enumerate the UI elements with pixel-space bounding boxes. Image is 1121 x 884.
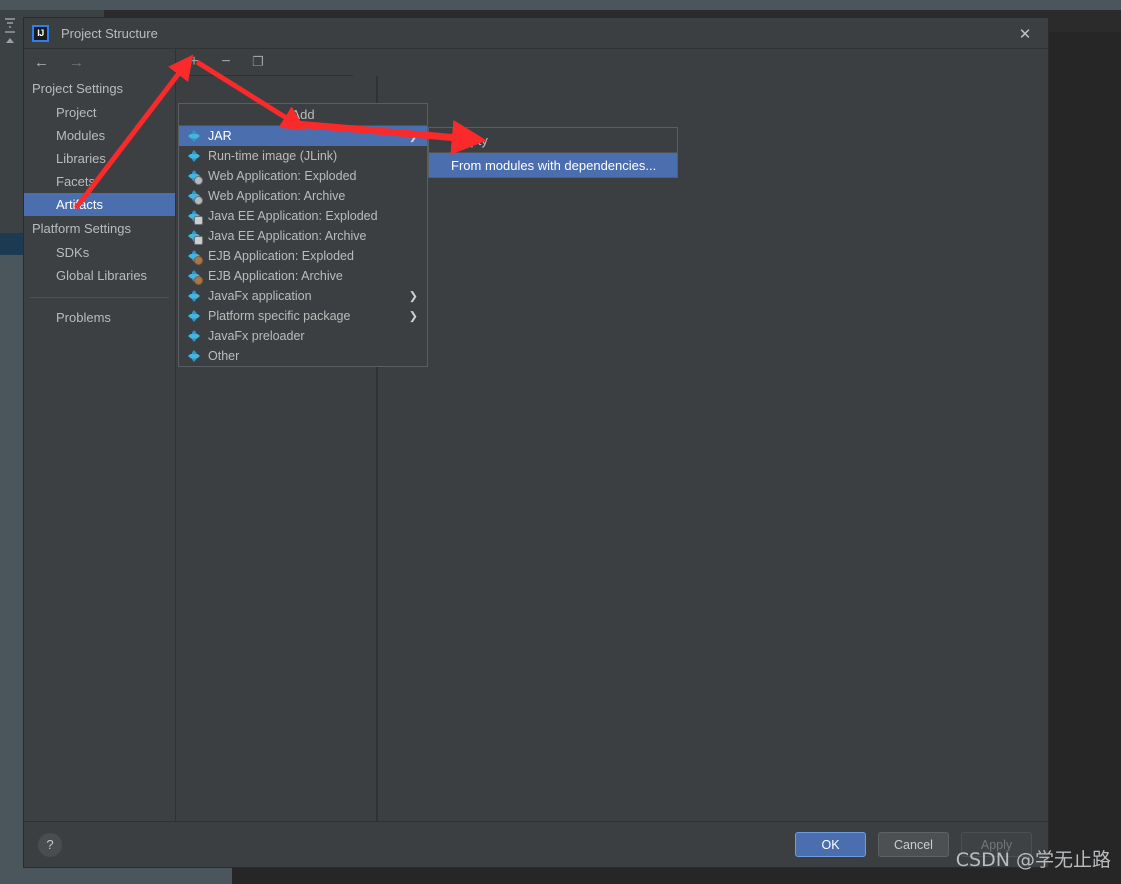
sidebar-nav-buttons: ← → [24,49,175,76]
intellij-logo-icon: IJ [32,24,49,42]
menu-item-label: Web Application: Exploded [208,169,357,183]
dialog-body: ← → Project Settings Project Modules Lib… [24,49,1048,867]
forward-icon[interactable]: → [69,54,84,71]
sidebar-item-project[interactable]: Project [24,101,175,124]
artifact-ejb-exploded-icon [187,249,203,265]
menu-item-label: Platform specific package [208,309,351,323]
artifact-platform-package-icon [187,309,201,323]
menu-item-platform-specific-package[interactable]: Platform specific package ❯ [179,306,427,326]
menu-item-jar[interactable]: JAR ❯ [179,126,427,146]
menu-item-javaee-archive[interactable]: Java EE Application: Archive [179,226,427,246]
cancel-button[interactable]: Cancel [878,832,949,857]
sidebar-group-platform-settings: Platform Settings [32,221,131,236]
sidebar-item-artifacts[interactable]: Artifacts [24,193,175,216]
menu-item-label: Java EE Application: Exploded [208,209,378,223]
dialog-title: Project Structure [61,25,158,41]
background-rail-highlight [0,233,24,255]
menu-item-javafx-preloader[interactable]: JavaFx preloader [179,326,427,346]
menu-item-label: Java EE Application: Archive [208,229,367,243]
artifact-jlink-icon [187,149,201,163]
menu-item-runtime-image[interactable]: Run-time image (JLink) [179,146,427,166]
dialog-footer: ? OK Cancel Apply [24,821,1048,867]
sidebar-item-global-libraries[interactable]: Global Libraries [24,264,175,287]
sidebar-item-facets[interactable]: Facets [24,170,175,193]
menu-item-javaee-exploded[interactable]: Java EE Application: Exploded [179,206,427,226]
jar-submenu: Empty From modules with dependencies... [428,127,678,178]
add-icon[interactable]: + [185,53,203,71]
remove-icon[interactable]: − [217,53,235,71]
close-icon[interactable]: ✕ [1002,18,1048,49]
artifact-javafx-preloader-icon [187,329,201,343]
submenu-item-from-modules-with-dependencies[interactable]: From modules with dependencies... [429,153,677,177]
menu-item-web-app-archive[interactable]: Web Application: Archive [179,186,427,206]
project-structure-dialog: IJ Project Structure ✕ ← → Project Setti… [24,18,1048,867]
menu-item-label: Web Application: Archive [208,189,346,203]
chevron-right-icon: ❯ [408,310,418,323]
artifact-web-exploded-icon [187,169,203,185]
background-rail-lower [0,255,24,855]
dialog-titlebar: IJ Project Structure ✕ [24,18,1048,49]
chevron-right-icon: ❯ [408,290,418,303]
sidebar-item-problems[interactable]: Problems [24,306,175,329]
menu-item-javafx-application[interactable]: JavaFx application ❯ [179,286,427,306]
menu-item-label: EJB Application: Archive [208,269,343,283]
copy-icon[interactable]: ❐ [249,53,267,71]
artifact-jar-icon [187,129,201,143]
artifact-javaee-exploded-icon [187,209,203,225]
background-rail-icons [2,14,20,48]
menu-item-label: JavaFx application [208,289,312,303]
rail-sort-icon [5,18,15,43]
artifact-javafx-app-icon [187,289,201,303]
chevron-right-icon: ❯ [408,130,418,143]
submenu-item-empty[interactable]: Empty [429,128,677,152]
add-artifact-menu: Add JAR ❯ Run-time image (JLink) Web App… [178,103,428,367]
artifact-other-icon [187,349,201,363]
menu-item-label: Other [208,349,240,363]
artifact-ejb-archive-icon [187,269,203,285]
artifacts-toolbar: + − ❐ [177,49,353,76]
help-icon[interactable]: ? [38,832,62,857]
artifact-javaee-archive-icon [187,229,203,245]
sidebar-item-libraries[interactable]: Libraries [24,147,175,170]
back-icon[interactable]: ← [34,54,49,71]
artifact-web-archive-icon [187,189,203,205]
sidebar-divider [30,297,169,298]
watermark: CSDN @学无止路 [955,849,1111,871]
menu-item-ejb-archive[interactable]: EJB Application: Archive [179,266,427,286]
sidebar-group-project-settings: Project Settings [32,81,124,96]
sidebar-item-sdks[interactable]: SDKs [24,241,175,264]
settings-sidebar: ← → Project Settings Project Modules Lib… [24,49,176,821]
add-menu-header: Add [179,104,427,126]
menu-item-label: JAR [208,129,232,143]
menu-item-label: Run-time image (JLink) [208,149,338,163]
menu-item-label: EJB Application: Exploded [208,249,354,263]
menu-item-label: JavaFx preloader [208,329,305,343]
ok-button[interactable]: OK [795,832,866,857]
menu-item-ejb-exploded[interactable]: EJB Application: Exploded [179,246,427,266]
menu-item-web-app-exploded[interactable]: Web Application: Exploded [179,166,427,186]
background-top-strip [0,0,1121,10]
menu-item-other[interactable]: Other [179,346,427,366]
sidebar-item-modules[interactable]: Modules [24,124,175,147]
